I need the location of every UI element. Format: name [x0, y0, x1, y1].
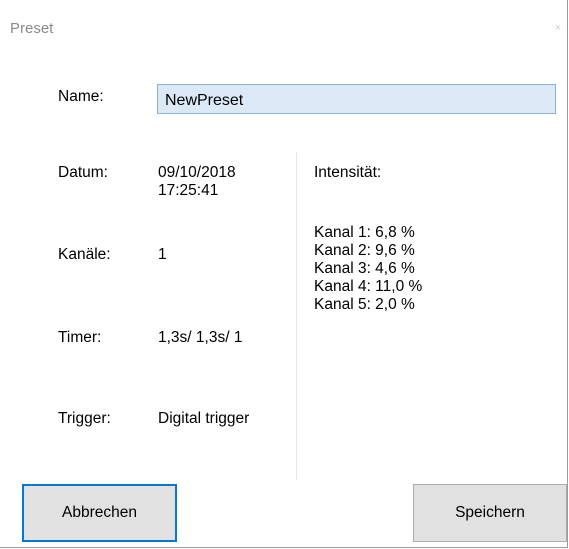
intensity-item: Kanal 1: 6,8 %: [314, 224, 415, 241]
channels-label: Kanäle:: [58, 246, 111, 263]
name-label: Name:: [58, 88, 104, 105]
time-value: 17:25:41: [158, 182, 219, 199]
name-input[interactable]: [157, 84, 556, 114]
trigger-value: Digital trigger: [158, 410, 250, 427]
close-icon[interactable]: ×: [550, 18, 566, 38]
date-value: 09/10/2018: [158, 164, 236, 181]
cancel-button[interactable]: Abbrechen: [22, 484, 177, 542]
intensity-title: Intensität:: [314, 164, 382, 181]
title-bar: Preset ×: [0, 0, 568, 52]
trigger-label: Trigger:: [58, 410, 111, 427]
section-divider: [296, 152, 297, 480]
window-title: Preset: [10, 20, 54, 37]
channels-value: 1: [158, 246, 167, 263]
intensity-item: Kanal 2: 9,6 %: [314, 242, 415, 259]
intensity-item: Kanal 5: 2,0 %: [314, 296, 415, 313]
timer-value: 1,3s/ 1,3s/ 1: [158, 329, 243, 346]
preset-dialog: Preset × Name: Datum: 09/10/2018 17:25:4…: [0, 0, 568, 548]
intensity-item: Kanal 4: 11,0 %: [314, 278, 423, 295]
date-label: Datum:: [58, 164, 108, 181]
intensity-list: Kanal 1: 6,8 % Kanal 2: 9,6 % Kanal 3: 4…: [314, 224, 422, 314]
timer-label: Timer:: [58, 329, 102, 346]
intensity-item: Kanal 3: 4,6 %: [314, 260, 415, 277]
save-button[interactable]: Speichern: [413, 484, 567, 542]
